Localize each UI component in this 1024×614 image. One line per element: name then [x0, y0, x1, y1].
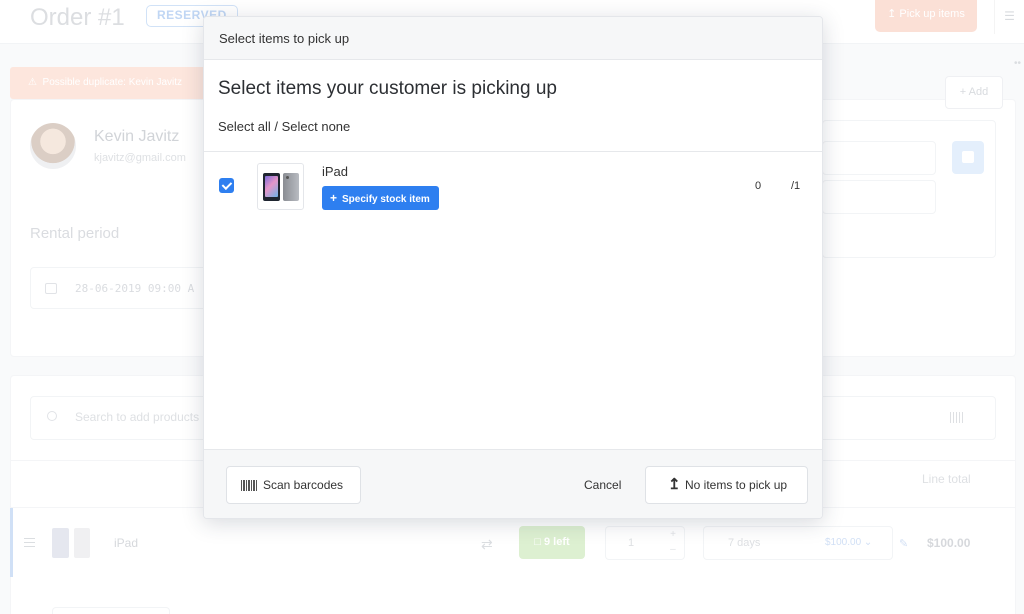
item-thumbnail	[257, 163, 304, 210]
scan-barcodes-button[interactable]: Scan barcodes	[226, 466, 361, 504]
ipad-front-image	[263, 173, 280, 201]
item-checkbox[interactable]	[219, 178, 234, 193]
pick-up-modal: Select items to pick up Select items you…	[203, 16, 823, 519]
select-controls: Select all / Select none	[218, 119, 350, 134]
select-all-link[interactable]: Select all	[218, 119, 271, 134]
plus-icon: +	[330, 191, 338, 205]
item-name: iPad	[322, 164, 349, 179]
modal-footer: Scan barcodes Cancel ↥ No items to pick …	[204, 449, 822, 518]
pickup-arrow-icon: ↥	[668, 476, 681, 493]
select-none-link[interactable]: Select none	[282, 119, 351, 134]
no-items-to-pick-up-button[interactable]: ↥ No items to pick up	[645, 466, 808, 504]
specify-stock-item-button[interactable]: + Specify stock item	[322, 186, 439, 210]
barcode-icon	[241, 480, 258, 491]
scan-barcodes-label: Scan barcodes	[263, 478, 344, 492]
picked-count: 0	[755, 180, 762, 192]
cancel-button[interactable]: Cancel	[584, 478, 621, 492]
no-items-label: No items to pick up	[685, 478, 788, 492]
ipad-back-image	[283, 173, 299, 201]
select-separator: /	[270, 119, 282, 134]
list-divider	[204, 151, 822, 152]
modal-header: Select items to pick up	[204, 17, 822, 60]
modal-heading: Select items your customer is picking up	[218, 78, 557, 99]
modal-title: Select items to pick up	[219, 31, 350, 46]
total-count: /1	[791, 180, 801, 192]
specify-stock-item-label: Specify stock item	[342, 194, 430, 205]
